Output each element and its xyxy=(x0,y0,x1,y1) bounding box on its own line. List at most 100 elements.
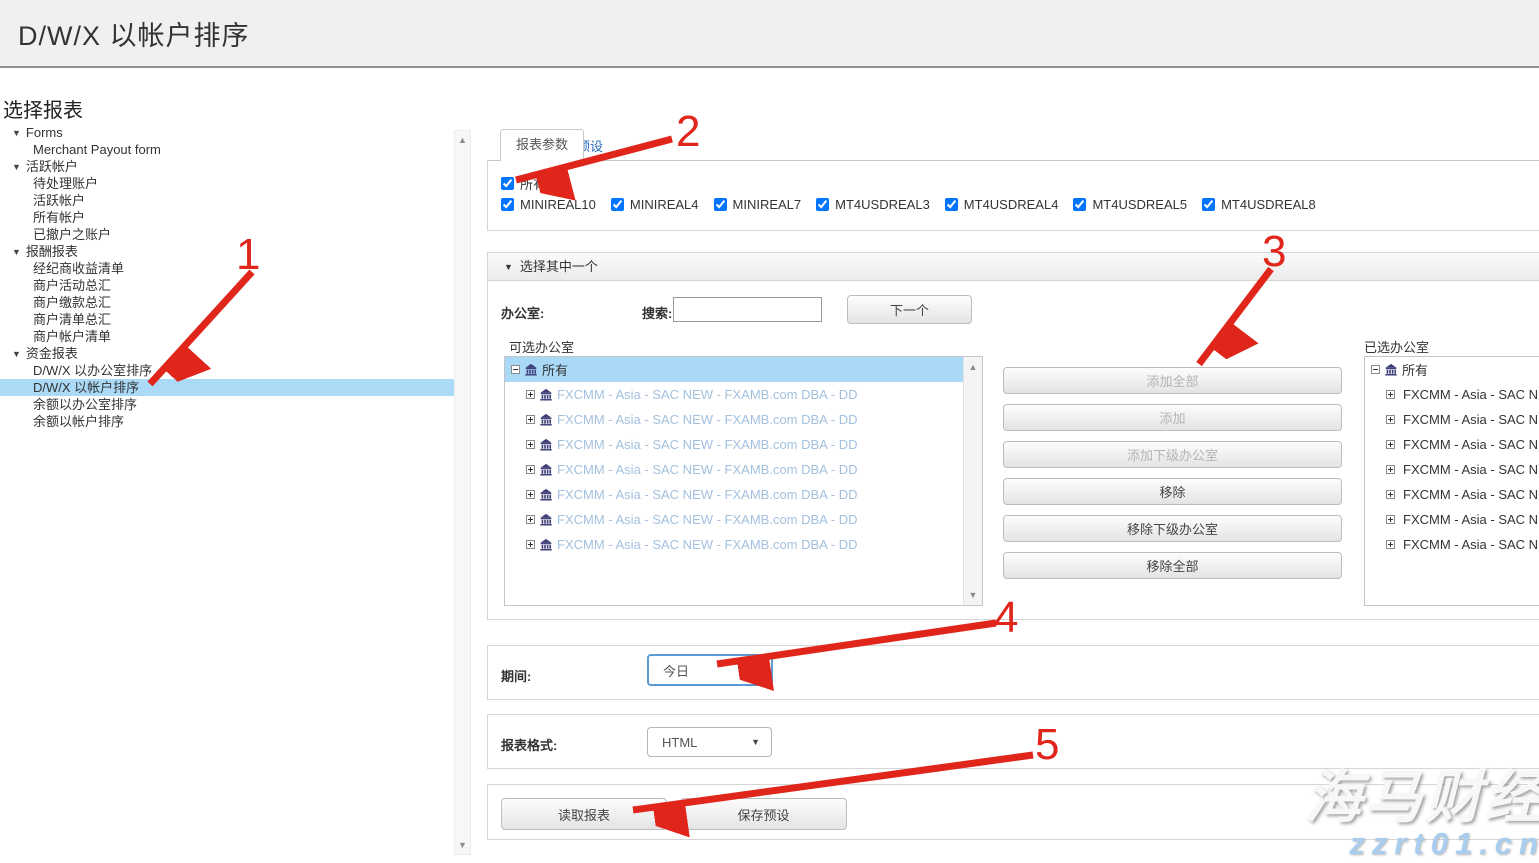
next-button[interactable]: 下一个 xyxy=(847,295,972,324)
office-building-icon xyxy=(539,488,553,501)
section-header-choose-one[interactable]: ▼选择其中一个 xyxy=(488,253,1539,281)
office-node[interactable]: FXCMM - Asia - SAC NEW - FXAMB.com DBA -… xyxy=(1365,507,1539,532)
tree-group-forms[interactable]: ▼Forms xyxy=(0,124,455,141)
expand-box-icon[interactable] xyxy=(1386,390,1395,399)
chevron-down-icon: ▼ xyxy=(751,737,760,747)
expand-box-icon[interactable] xyxy=(526,390,535,399)
report-format-label: 报表格式: xyxy=(501,735,557,754)
add-button[interactable]: 添加 xyxy=(1003,404,1342,431)
add-all-button[interactable]: 添加全部 xyxy=(1003,367,1342,394)
collapse-box-icon[interactable] xyxy=(1371,365,1380,374)
tree-item-balance-by-account[interactable]: 余额以帐户排序 xyxy=(0,413,455,430)
selected-offices-listbox: 所有 FXCMM - Asia - SAC NEW - FXAMB.com DB… xyxy=(1364,356,1539,606)
expand-box-icon[interactable] xyxy=(526,415,535,424)
scroll-up-icon[interactable]: ▲ xyxy=(964,362,982,372)
expand-box-icon[interactable] xyxy=(1386,415,1395,424)
office-node[interactable]: FXCMM - Asia - SAC NEW - FXAMB.com DBA -… xyxy=(505,432,963,457)
tree-item-closed-accounts[interactable]: 已撤户之账户 xyxy=(0,226,455,243)
server-checkbox-mt4usdreal3[interactable] xyxy=(816,198,829,211)
chevron-down-icon: ▼ xyxy=(751,665,760,675)
expand-box-icon[interactable] xyxy=(1386,540,1395,549)
collapse-triangle-icon: ▼ xyxy=(504,254,513,281)
office-node-all[interactable]: 所有 xyxy=(1365,357,1539,382)
office-node[interactable]: FXCMM - Asia - SAC NEW - FXAMB.com DBA -… xyxy=(1365,482,1539,507)
report-tree: ▼Forms Merchant Payout form ▼活跃帐户 待处理账户 … xyxy=(0,124,455,430)
office-node[interactable]: FXCMM - Asia - SAC NEW - FXAMB.com DBA -… xyxy=(1365,407,1539,432)
tree-item-active-accounts[interactable]: 活跃帐户 xyxy=(0,192,455,209)
listbox-scrollbar[interactable]: ▲ ▼ xyxy=(963,357,982,605)
load-report-button[interactable]: 读取报表 xyxy=(501,798,667,830)
tree-item-merchant-activity[interactable]: 商户活动总汇 xyxy=(0,277,455,294)
collapse-triangle-icon: ▼ xyxy=(12,244,21,261)
scroll-down-icon[interactable]: ▼ xyxy=(964,590,982,600)
search-label: 搜索: xyxy=(642,303,672,322)
tree-group-active-accounts[interactable]: ▼活跃帐户 xyxy=(0,158,455,175)
office-label: 办公室: xyxy=(501,303,544,322)
office-node-all[interactable]: 所有 xyxy=(505,357,963,382)
server-checkbox-mt4usdreal8[interactable] xyxy=(1202,198,1215,211)
action-panel: 读取报表 保存预设 xyxy=(487,784,1539,840)
office-node[interactable]: FXCMM - Asia - SAC NEW - FXAMB.com DBA -… xyxy=(1365,532,1539,557)
server-checkbox-mt4usdreal5[interactable] xyxy=(1073,198,1086,211)
office-building-icon xyxy=(1384,363,1398,376)
available-offices-label: 可选办公室 xyxy=(509,337,574,356)
collapse-box-icon[interactable] xyxy=(511,365,520,374)
expand-box-icon[interactable] xyxy=(526,515,535,524)
expand-box-icon[interactable] xyxy=(1386,465,1395,474)
expand-box-icon[interactable] xyxy=(1386,515,1395,524)
available-offices-listbox: 所有 FXCMM - Asia - SAC NEW - FXAMB.com DB… xyxy=(504,356,983,606)
server-label: MT4USDREAL3 xyxy=(835,197,930,212)
remove-button[interactable]: 移除 xyxy=(1003,478,1342,505)
report-format-select[interactable]: HTML ▼ xyxy=(647,727,772,757)
expand-box-icon[interactable] xyxy=(526,490,535,499)
tree-group-funds-reports[interactable]: ▼资金报表 xyxy=(0,345,455,362)
server-label: MT4USDREAL8 xyxy=(1221,197,1316,212)
tree-item-dwx-by-account[interactable]: D/W/X 以帐户排序 xyxy=(0,379,455,396)
office-building-icon xyxy=(539,538,553,551)
save-preset-button[interactable]: 保存预设 xyxy=(680,798,847,830)
scroll-down-icon[interactable]: ▼ xyxy=(455,840,470,850)
period-select[interactable]: 今日 ▼ xyxy=(647,654,773,686)
server-checkbox-minireal4[interactable] xyxy=(611,198,624,211)
tree-item-merchant-payments[interactable]: 商户缴款总汇 xyxy=(0,294,455,311)
server-checkbox-mt4usdreal4[interactable] xyxy=(945,198,958,211)
expand-box-icon[interactable] xyxy=(526,465,535,474)
tree-item-balance-by-office[interactable]: 余额以办公室排序 xyxy=(0,396,455,413)
tree-item-merchant-account-list[interactable]: 商户帐户清单 xyxy=(0,328,455,345)
sidebar-scrollbar[interactable]: ▲ ▼ xyxy=(454,130,471,855)
tree-item-dwx-by-office[interactable]: D/W/X 以办公室排序 xyxy=(0,362,455,379)
office-node[interactable]: FXCMM - Asia - SAC NEW - FXAMB.com DBA -… xyxy=(1365,457,1539,482)
expand-box-icon[interactable] xyxy=(526,440,535,449)
period-label: 期间: xyxy=(501,666,531,685)
collapse-triangle-icon: ▼ xyxy=(12,346,21,363)
office-node[interactable]: FXCMM - Asia - SAC NEW - FXAMB.com DBA -… xyxy=(1365,432,1539,457)
tree-item-merchant-payout[interactable]: Merchant Payout form xyxy=(0,141,455,158)
office-node[interactable]: FXCMM - Asia - SAC NEW - FXAMB.com DBA -… xyxy=(505,407,963,432)
tree-item-merchant-list-summary[interactable]: 商户清单总汇 xyxy=(0,311,455,328)
tab-report-parameters[interactable]: 报表参数 xyxy=(500,129,584,161)
add-sub-offices-button[interactable]: 添加下级办公室 xyxy=(1003,441,1342,468)
office-node[interactable]: FXCMM - Asia - SAC NEW - FXAMB.com DBA -… xyxy=(505,382,963,407)
office-node[interactable]: FXCMM - Asia - SAC NEW - FXAMB.com DBA -… xyxy=(505,457,963,482)
tree-group-compensation-reports[interactable]: ▼报酬报表 xyxy=(0,243,455,260)
all-servers-checkbox[interactable] xyxy=(501,177,514,190)
expand-box-icon[interactable] xyxy=(1386,490,1395,499)
office-search-input[interactable] xyxy=(673,297,822,322)
server-checkbox-minireal7[interactable] xyxy=(714,198,727,211)
server-label: MT4USDREAL4 xyxy=(964,197,1059,212)
office-node[interactable]: FXCMM - Asia - SAC NEW - FXAMB.com DBA -… xyxy=(505,482,963,507)
office-node[interactable]: FXCMM - Asia - SAC NEW - FXAMB.com DBA -… xyxy=(1365,382,1539,407)
tree-item-pending-accounts[interactable]: 待处理账户 xyxy=(0,175,455,192)
server-checkbox-minireal10[interactable] xyxy=(501,198,514,211)
expand-box-icon[interactable] xyxy=(526,540,535,549)
tree-item-all-accounts[interactable]: 所有帐户 xyxy=(0,209,455,226)
office-node[interactable]: FXCMM - Asia - SAC NEW - FXAMB.com DBA -… xyxy=(505,532,963,557)
office-node[interactable]: FXCMM - Asia - SAC NEW - FXAMB.com DBA -… xyxy=(505,507,963,532)
remove-sub-offices-button[interactable]: 移除下级办公室 xyxy=(1003,515,1342,542)
tree-item-broker-revenue[interactable]: 经纪商收益清单 xyxy=(0,260,455,277)
expand-box-icon[interactable] xyxy=(1386,440,1395,449)
office-building-icon xyxy=(539,438,553,451)
server-label: MT4USDREAL5 xyxy=(1092,197,1187,212)
remove-all-button[interactable]: 移除全部 xyxy=(1003,552,1342,579)
scroll-up-icon[interactable]: ▲ xyxy=(455,135,470,145)
